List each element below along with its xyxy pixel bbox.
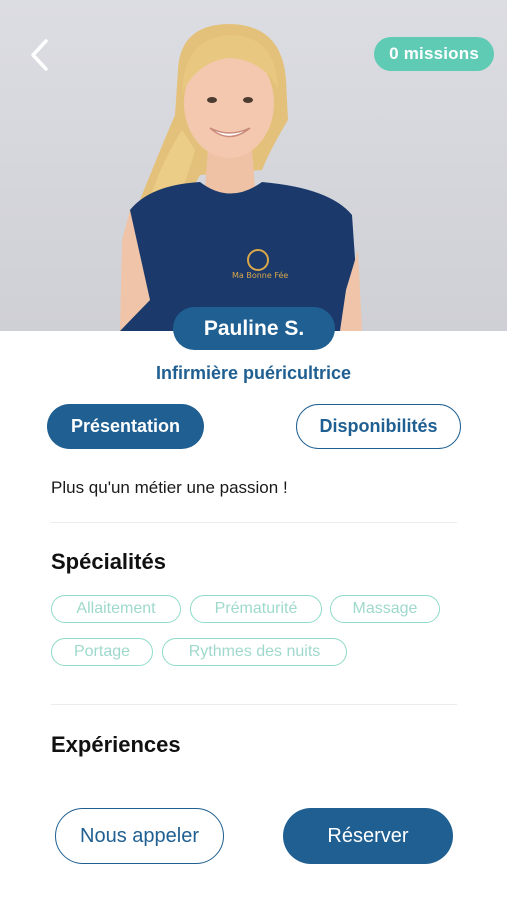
call-button[interactable]: Nous appeler [55,808,224,864]
specialty-chip: Massage [330,595,440,623]
divider [51,522,457,523]
tab-presentation[interactable]: Présentation [47,404,204,449]
missions-badge: 0 missions [374,37,494,71]
divider [51,704,457,705]
experiences-title: Expériences [51,732,181,757]
profile-role: Infirmière puéricultrice [155,363,352,383]
book-button[interactable]: Réserver [283,808,453,864]
profile-name: Pauline S. [173,307,335,350]
back-button[interactable] [28,38,64,74]
specialty-chip: Portage [51,638,153,666]
tab-availability[interactable]: Disponibilités [296,404,461,449]
shirt-logo-text: Ma Bonne Fée [232,270,288,280]
presentation-text: Plus qu'un métier une passion ! [51,478,288,497]
specialty-chip: Rythmes des nuits [162,638,347,666]
profile-photo: Ma Bonne Fée 0 missions [0,0,507,331]
specialty-chip: Prématurité [190,595,322,623]
specialty-chip: Allaitement [51,595,181,623]
specialties-title: Spécialités [51,549,166,574]
chevron-left-icon [31,39,48,71]
